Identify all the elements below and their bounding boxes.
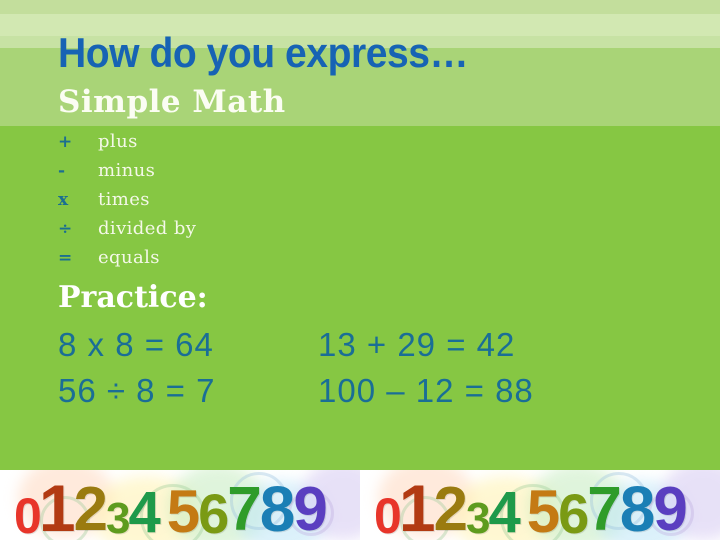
footer-digit-5: 5 (166, 478, 201, 540)
operator-label-minus: minus (98, 160, 156, 181)
background-band-top (0, 0, 720, 14)
footer-digit-group-1: 0 1 2 3 4 5 6 7 8 9 (0, 470, 360, 540)
operator-list: + plus - minus x times ÷ divided by = eq… (58, 131, 196, 276)
footer-digit-7: 7 (587, 475, 622, 540)
footer-digit-0: 0 (374, 487, 402, 540)
footer-digit-group-2: 0 1 2 3 4 5 6 7 8 9 (360, 470, 720, 540)
practice-equations: 8 x 8 = 64 13 + 29 = 42 56 ÷ 8 = 7 100 –… (58, 326, 534, 410)
footer-digit-3: 3 (466, 494, 491, 540)
footer-digit-7: 7 (227, 475, 262, 540)
operator-symbol-divide: ÷ (58, 219, 73, 239)
operator-label-plus: plus (98, 131, 138, 152)
footer-digit-1: 1 (398, 471, 436, 540)
footer-digit-4: 4 (488, 479, 521, 540)
digit-sequence: 0 1 2 3 4 5 6 7 8 9 (374, 470, 688, 540)
footer-digit-1: 1 (38, 471, 76, 540)
list-item: - minus (58, 160, 196, 189)
slide-subtitle: Simple Math (58, 84, 286, 120)
footer-digit-6: 6 (558, 481, 590, 540)
footer-digit-4: 4 (128, 479, 161, 540)
footer-digit-strip: 0 1 2 3 4 5 6 7 8 9 0 1 2 3 4 5 6 7 8 9 (0, 470, 720, 540)
operator-symbol-equals: = (58, 248, 73, 268)
list-item: ÷ divided by (58, 218, 196, 247)
list-item: + plus (58, 131, 196, 160)
practice-heading: Practice: (58, 280, 208, 315)
footer-digit-6: 6 (198, 481, 230, 540)
footer-digit-0: 0 (14, 487, 42, 540)
list-item: = equals (58, 247, 196, 276)
footer-digit-3: 3 (106, 494, 131, 540)
equation-row1-right: 13 + 29 = 42 (318, 326, 516, 363)
presentation-slide: How do you express… Simple Math + plus -… (0, 0, 720, 540)
footer-digit-8: 8 (619, 473, 656, 540)
equation-row2-right: 100 – 12 = 88 (318, 372, 534, 409)
footer-digit-5: 5 (526, 478, 561, 540)
operator-label-divide: divided by (98, 218, 197, 239)
footer-digit-8: 8 (259, 473, 296, 540)
list-item: x times (58, 189, 196, 218)
footer-digit-2: 2 (73, 475, 109, 540)
footer-digit-9: 9 (653, 475, 688, 540)
operator-symbol-plus: + (58, 132, 73, 152)
equation-row2-left: 56 ÷ 8 = 7 (58, 372, 216, 409)
operator-label-times: times (98, 189, 150, 210)
footer-digit-9: 9 (293, 475, 328, 540)
equation-row1-left: 8 x 8 = 64 (58, 326, 214, 363)
operator-symbol-times: x (58, 190, 69, 210)
digit-sequence: 0 1 2 3 4 5 6 7 8 9 (14, 470, 328, 540)
operator-symbol-minus: - (58, 161, 66, 181)
footer-digit-2: 2 (433, 475, 469, 540)
operator-label-equals: equals (98, 247, 160, 268)
slide-title: How do you express… (58, 29, 469, 76)
